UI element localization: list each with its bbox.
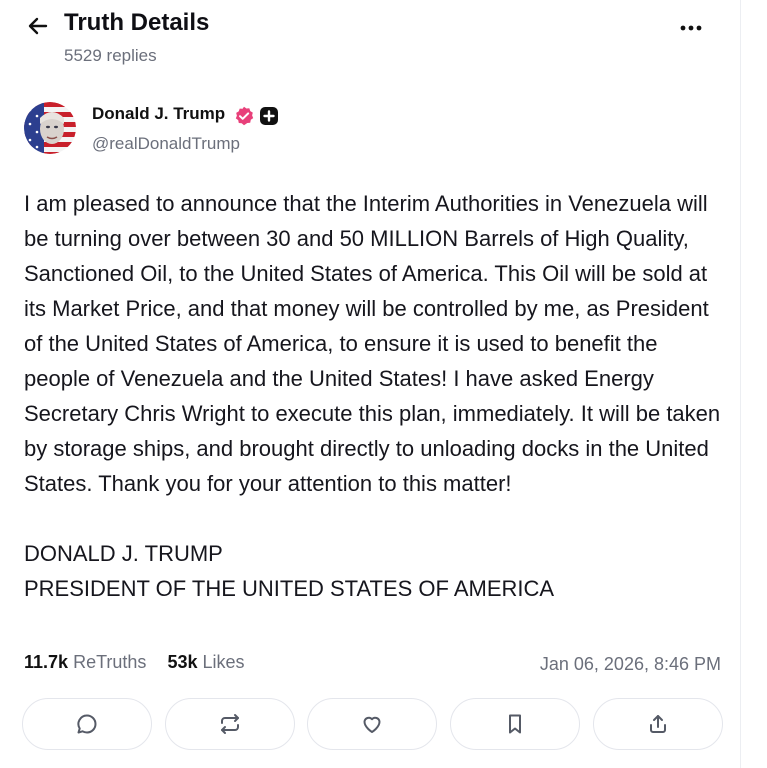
page-title: Truth Details: [64, 9, 210, 36]
like-button[interactable]: [307, 698, 437, 750]
retruths-label: ReTruths: [73, 652, 147, 672]
share-button[interactable]: [593, 698, 723, 750]
column-divider: [740, 0, 741, 768]
share-icon: [650, 715, 666, 733]
retruth-icon: [221, 714, 239, 734]
signature-title: PRESIDENT OF THE UNITED STATES OF AMERIC…: [24, 576, 555, 601]
likes-stat[interactable]: 53k Likes: [167, 652, 244, 673]
retruths-stat[interactable]: 11.7k ReTruths: [24, 652, 146, 673]
plus-badge-icon: [260, 107, 278, 125]
avatar[interactable]: [24, 102, 76, 154]
retruth-button[interactable]: [165, 698, 295, 750]
top-bar: Truth Details 5529 replies: [0, 0, 767, 80]
reply-icon: [77, 714, 97, 734]
likes-label: Likes: [202, 652, 245, 672]
verified-badge-icon: [235, 106, 254, 126]
reply-count: 5529 replies: [64, 46, 157, 65]
author-name[interactable]: Donald J. Trump: [92, 104, 225, 124]
post-stats: 11.7k ReTruths 53k Likes: [24, 652, 245, 673]
bookmark-button[interactable]: [450, 698, 580, 750]
author-handle[interactable]: @realDonaldTrump: [92, 134, 240, 154]
post-timestamp: Jan 06, 2026, 8:46 PM: [539, 654, 721, 674]
likes-count: 53k: [167, 652, 198, 672]
more-horizontal-icon[interactable]: [678, 18, 704, 38]
post-body: I am pleased to announce that the Interi…: [24, 186, 724, 606]
post-text: I am pleased to announce that the Interi…: [24, 191, 721, 496]
retruths-count: 11.7k: [24, 652, 69, 672]
signature-name: DONALD J. TRUMP: [24, 541, 223, 566]
reply-button[interactable]: [22, 698, 152, 750]
like-icon: [363, 716, 381, 733]
bookmark-icon: [509, 714, 521, 734]
arrow-left-icon[interactable]: [26, 14, 50, 38]
